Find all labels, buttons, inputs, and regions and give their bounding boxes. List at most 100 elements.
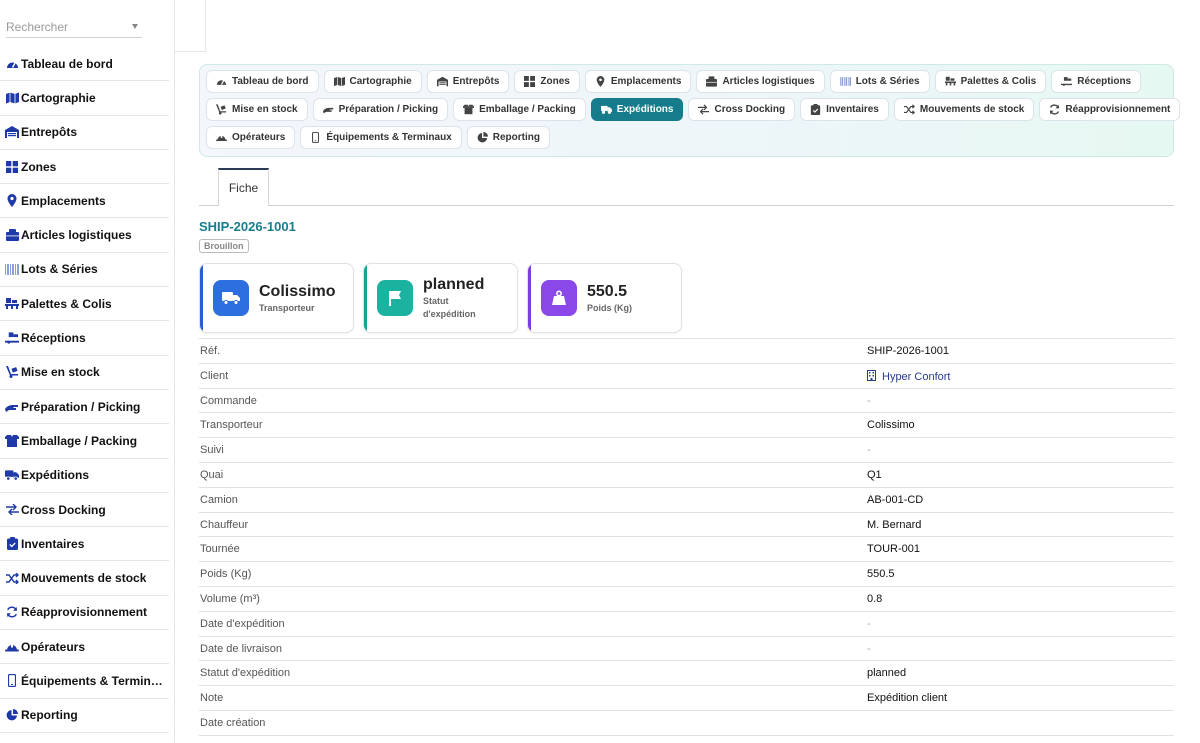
flag-icon (377, 280, 413, 316)
module-chip-emballage-packing[interactable]: Emballage / Packing (453, 98, 586, 121)
module-chip-label: Emplacements (610, 76, 682, 87)
sidebar-item-expeditions[interactable]: Expéditions (0, 459, 169, 493)
shuffle-icon (5, 571, 19, 585)
weight-icon (541, 280, 577, 316)
sidebar-item-reapprovisionnement[interactable]: Réapprovisionnement (0, 596, 169, 631)
refresh-icon (1049, 104, 1060, 115)
module-chip-label: Tableau de bord (232, 76, 309, 87)
sidebar-item-tableau-de-bord[interactable]: Tableau de bord (0, 47, 169, 82)
detail-value: SHIP-2026-1001 (867, 345, 949, 357)
module-chip-zones[interactable]: Zones (514, 70, 580, 93)
status-badge: Brouillon (199, 239, 249, 253)
sidebar-item-lots-series[interactable]: Lots & Séries (0, 253, 169, 288)
module-chip-expeditions[interactable]: Expéditions (590, 98, 684, 121)
tab-bar: Fiche (199, 168, 1174, 206)
module-chip-label: Entrepôts (452, 76, 500, 87)
module-chip-articles-logistiques[interactable]: Articles logistiques (696, 70, 825, 93)
module-chip-mise-en-stock[interactable]: Mise en stock (206, 98, 308, 121)
module-chip-operateurs[interactable]: Opérateurs (206, 126, 296, 149)
sidebar-item-label: Cross Docking (21, 502, 106, 517)
sidebar-item-label: Opérateurs (21, 639, 86, 654)
sidebar-item-label: Lots & Séries (21, 262, 98, 277)
barcode-icon (5, 262, 19, 276)
warehouse-icon (5, 125, 19, 139)
shipment-status-label: Statut d'expédition (423, 296, 476, 319)
sidebar-item-label: Réceptions (21, 331, 86, 346)
search-select[interactable]: Rechercher (6, 16, 142, 38)
module-chip-label: Reporting (492, 132, 540, 143)
detail-label: Commande (200, 394, 257, 407)
module-chip-label: Expéditions (616, 104, 674, 115)
module-chip-label: Mouvements de stock (919, 104, 1025, 115)
clipboard-check-icon (5, 537, 19, 551)
sidebar-item-mise-en-stock[interactable]: Mise en stock (0, 356, 169, 390)
mobile-icon (310, 132, 321, 143)
sidebar-item-equipements-terminaux[interactable]: Équipements & Terminaux (0, 664, 169, 699)
module-chip-cartographie[interactable]: Cartographie (323, 70, 422, 93)
module-chip-label: Réceptions (1077, 76, 1132, 87)
carrier-value: Colissimo (259, 283, 336, 300)
sidebar-item-emplacements[interactable]: Emplacements (0, 184, 169, 219)
detail-row-volume-m: Volume (m³) 0.8 (199, 587, 1174, 612)
sidebar-item-label: Articles logistiques (21, 228, 132, 243)
sidebar-item-label: Cartographie (21, 90, 96, 105)
detail-value: AB-001-CD (867, 493, 924, 506)
detail-row-transporteur: Transporteur Colissimo (199, 413, 1174, 439)
module-chip-entrepots[interactable]: Entrepôts (426, 70, 510, 93)
sidebar-item-cross-docking[interactable]: Cross Docking (0, 493, 169, 528)
detail-label: Volume (m³) (200, 592, 260, 605)
truck-icon (5, 468, 19, 482)
detail-label: Statut d'expédition (200, 667, 291, 680)
module-nav-row: Tableau de bord Cartographie Entrepôts Zone… (206, 70, 1167, 93)
sidebar-item-entrepots[interactable]: Entrepôts (0, 116, 169, 150)
sidebar-item-preparation-picking[interactable]: Préparation / Picking (0, 390, 169, 425)
client-link[interactable]: Hyper Confort (867, 369, 950, 384)
detail-row-commande: Commande - (199, 389, 1174, 414)
sidebar-item-cartographie[interactable]: Cartographie (0, 81, 169, 116)
detail-value: Q1 (867, 468, 882, 481)
exchange-icon (5, 503, 19, 517)
module-chip-inventaires[interactable]: Inventaires (800, 98, 889, 121)
module-chip-label: Articles logistiques (722, 76, 815, 87)
chevron-down-icon[interactable] (132, 24, 138, 29)
mobile-icon (5, 674, 19, 688)
module-chip-palettes-colis[interactable]: Palettes & Colis (934, 70, 1047, 93)
sidebar-item-inventaires[interactable]: Inventaires (0, 527, 169, 562)
module-chip-mouvements-de-stock[interactable]: Mouvements de stock (893, 98, 1035, 121)
card-accent (528, 264, 531, 332)
detail-row-tournee: Tournée TOUR-001 (199, 537, 1174, 563)
module-chip-label: Réapprovisionnement (1065, 104, 1171, 115)
module-chip-emplacements[interactable]: Emplacements (584, 70, 692, 93)
module-chip-reporting[interactable]: Reporting (466, 126, 550, 149)
detail-value: Expédition client (867, 692, 948, 705)
hard-hat-icon (5, 640, 19, 654)
sidebar-item-operateurs[interactable]: Opérateurs (0, 630, 169, 665)
module-chip-equipements-terminaux[interactable]: Équipements & Terminaux (300, 126, 462, 149)
module-chip-tableau-de-bord[interactable]: Tableau de bord (206, 70, 319, 93)
location-pin-icon (595, 76, 606, 87)
box-open-icon (463, 104, 475, 115)
sidebar-item-label: Emplacements (21, 193, 106, 208)
detail-label: Date d'expédition (200, 617, 285, 630)
sidebar-item-reporting[interactable]: Reporting (0, 699, 169, 733)
sidebar-item-articles-logistiques[interactable]: Articles logistiques (0, 218, 169, 253)
detail-label: Date de livraison (200, 642, 282, 655)
module-nav-row: Mise en stock Préparation / Picking Emball… (206, 98, 1181, 121)
sidebar-item-palettes-colis[interactable]: Palettes & Colis (0, 287, 169, 322)
hand-icon (322, 104, 334, 115)
box-open-icon (5, 434, 19, 448)
module-chip-reapprovisionnement[interactable]: Réapprovisionnement (1039, 98, 1181, 121)
detail-row-camion: Camion AB-001-CD (199, 488, 1174, 513)
sidebar-item-mouvements-de-stock[interactable]: Mouvements de stock (0, 561, 169, 596)
tab-fiche[interactable]: Fiche (218, 168, 269, 206)
sidebar-item-emballage-packing[interactable]: Emballage / Packing (0, 424, 169, 459)
detail-value: - (867, 617, 871, 630)
sidebar-item-receptions[interactable]: Réceptions (0, 321, 169, 356)
detail-row-client: Client Hyper Confort (199, 364, 1174, 389)
sidebar-item-zones[interactable]: Zones (0, 150, 169, 185)
module-chip-lots-series[interactable]: Lots & Séries (829, 70, 930, 93)
module-chip-receptions[interactable]: Réceptions (1051, 70, 1142, 93)
grid-icon (5, 160, 19, 174)
module-chip-cross-docking[interactable]: Cross Docking (688, 98, 796, 121)
module-chip-preparation-picking[interactable]: Préparation / Picking (312, 98, 449, 121)
